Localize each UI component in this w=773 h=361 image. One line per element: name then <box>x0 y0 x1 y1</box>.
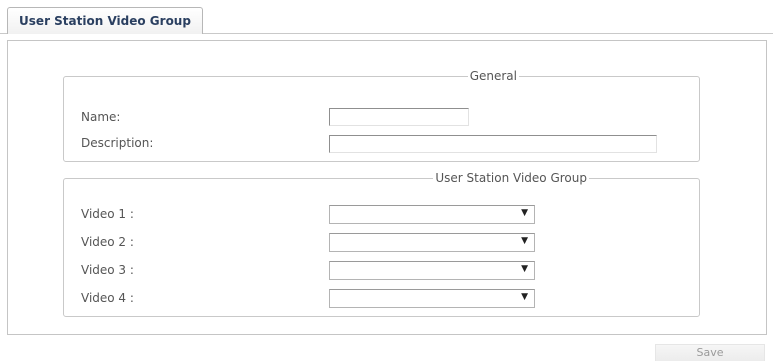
name-input[interactable] <box>329 108 469 126</box>
save-button[interactable]: Save <box>655 344 765 361</box>
video-1-select[interactable]: ▼ <box>329 205 535 224</box>
video-3-label: Video 3 : <box>81 263 134 277</box>
video-4-select[interactable]: ▼ <box>329 289 535 308</box>
chevron-down-icon: ▼ <box>521 264 528 274</box>
chevron-down-icon: ▼ <box>521 208 528 218</box>
general-legend: General <box>469 69 517 83</box>
tab-user-station-video-group[interactable]: User Station Video Group <box>7 7 203 34</box>
chevron-down-icon: ▼ <box>521 292 528 302</box>
description-label: Description: <box>81 136 154 150</box>
general-fieldset: General Name: Description: <box>63 69 700 162</box>
description-input[interactable] <box>329 135 657 153</box>
video-4-label: Video 4 : <box>81 291 134 305</box>
video-2-select[interactable]: ▼ <box>329 233 535 252</box>
name-label: Name: <box>81 110 121 124</box>
video-3-select[interactable]: ▼ <box>329 261 535 280</box>
form-panel: General Name: Description: User Station … <box>7 40 767 335</box>
video-1-label: Video 1 : <box>81 207 134 221</box>
video-group-legend: User Station Video Group <box>435 171 587 185</box>
chevron-down-icon: ▼ <box>521 236 528 246</box>
video-2-label: Video 2 : <box>81 235 134 249</box>
user-station-video-group-fieldset: User Station Video Group Video 1 : ▼ Vid… <box>63 171 700 317</box>
